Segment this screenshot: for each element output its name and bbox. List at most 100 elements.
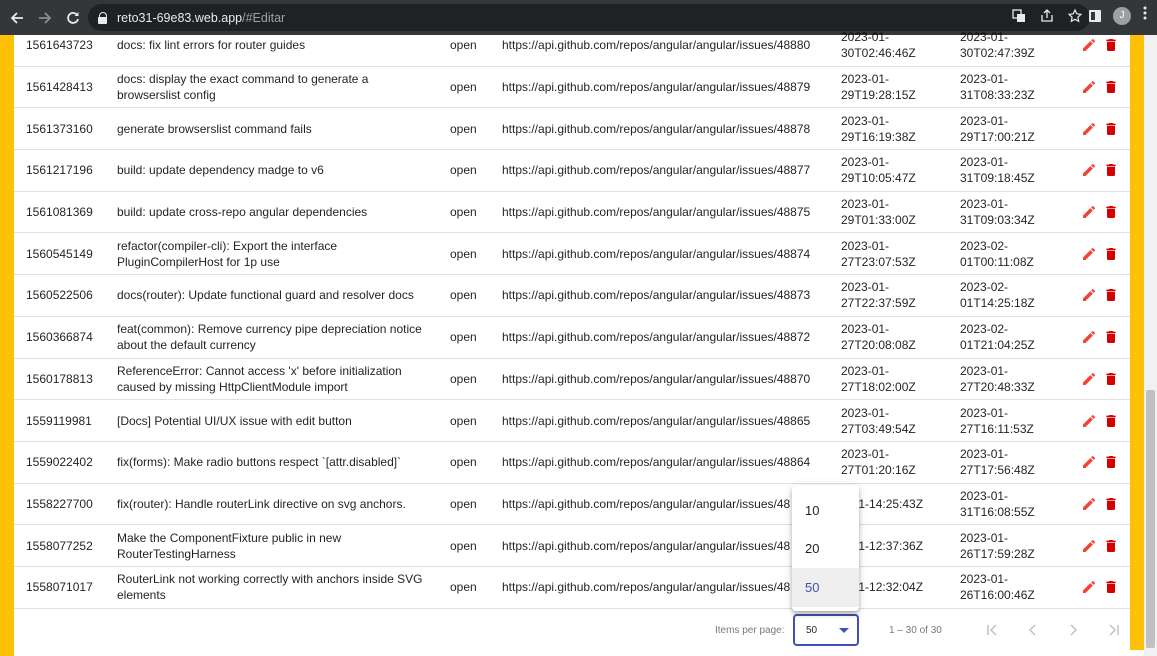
edit-button[interactable] bbox=[1081, 162, 1097, 178]
delete-button[interactable] bbox=[1103, 79, 1119, 95]
edit-button[interactable] bbox=[1081, 37, 1097, 53]
issue-state: open bbox=[450, 288, 477, 303]
delete-button[interactable] bbox=[1103, 287, 1119, 303]
lock-icon[interactable] bbox=[98, 11, 108, 24]
range-label: 1 – 30 of 30 bbox=[889, 625, 942, 636]
issue-title: fix(router): Handle routerLink directive… bbox=[117, 496, 406, 511]
trash-icon bbox=[1103, 496, 1119, 512]
issue-created-at: 2023-01-27T23:07:53Z bbox=[841, 238, 916, 269]
row-actions bbox=[1081, 538, 1119, 554]
issue-created-at: 2023-01-27T18:02:00Z bbox=[841, 363, 916, 394]
table-row: 1561428413 docs: display the exact comman… bbox=[14, 67, 1130, 109]
delete-button[interactable] bbox=[1103, 246, 1119, 262]
issue-state: open bbox=[450, 163, 477, 178]
issue-state: open bbox=[450, 413, 477, 428]
edit-button[interactable] bbox=[1081, 121, 1097, 137]
profile-avatar[interactable]: J bbox=[1113, 6, 1131, 25]
trash-icon bbox=[1103, 287, 1119, 303]
delete-button[interactable] bbox=[1103, 579, 1119, 595]
issue-url: https://api.github.com/repos/angular/ang… bbox=[502, 246, 811, 261]
pencil-icon bbox=[1081, 204, 1097, 220]
trash-icon bbox=[1103, 79, 1119, 95]
page-size-option[interactable]: 10 bbox=[792, 491, 859, 530]
issues-table: 1561643723 docs: fix lint errors for rout… bbox=[14, 25, 1130, 609]
left-accent-bar bbox=[0, 35, 14, 656]
delete-button[interactable] bbox=[1103, 454, 1119, 470]
pencil-icon bbox=[1081, 538, 1097, 554]
issue-url: https://api.github.com/repos/angular/ang… bbox=[502, 580, 791, 595]
page-size-select[interactable]: 50 bbox=[793, 614, 859, 646]
delete-button[interactable] bbox=[1103, 496, 1119, 512]
table-row: 1560545149 refactor(compiler-cli): Export… bbox=[14, 233, 1130, 276]
edit-button[interactable] bbox=[1081, 204, 1097, 220]
issue-url: https://api.github.com/repos/angular/ang… bbox=[502, 205, 811, 220]
table-row: 1558071017 RouterLink not working correct… bbox=[14, 567, 1130, 609]
issue-id: 1558227700 bbox=[26, 496, 93, 511]
trash-icon bbox=[1103, 204, 1119, 220]
issue-created-at: 2023-01-29T10:05:47Z bbox=[841, 155, 916, 186]
issue-url: https://api.github.com/repos/angular/ang… bbox=[502, 330, 811, 345]
page-size-option[interactable]: 20 bbox=[792, 530, 859, 569]
delete-button[interactable] bbox=[1103, 204, 1119, 220]
page-size-option[interactable]: 50 bbox=[792, 568, 859, 607]
pencil-icon bbox=[1081, 37, 1097, 53]
edit-button[interactable] bbox=[1081, 329, 1097, 345]
row-actions bbox=[1081, 287, 1119, 303]
edit-button[interactable] bbox=[1081, 579, 1097, 595]
row-actions bbox=[1081, 79, 1119, 95]
issue-updated-at: 2023-01-30T02:47:39Z bbox=[960, 30, 1035, 61]
issue-state: open bbox=[450, 538, 477, 553]
delete-button[interactable] bbox=[1103, 371, 1119, 387]
issue-updated-at: 2023-01-31T09:18:45Z bbox=[960, 155, 1035, 186]
issue-updated-at: 2023-01-26T17:59:28Z bbox=[960, 530, 1035, 561]
star-icon[interactable] bbox=[1067, 8, 1083, 26]
edit-button[interactable] bbox=[1081, 538, 1097, 554]
delete-button[interactable] bbox=[1103, 37, 1119, 53]
first-page-button[interactable] bbox=[980, 618, 1006, 642]
issue-id: 1560545149 bbox=[26, 246, 93, 261]
issue-url: https://api.github.com/repos/angular/ang… bbox=[502, 163, 811, 178]
translate-icon[interactable] bbox=[1012, 9, 1026, 26]
delete-button[interactable] bbox=[1103, 413, 1119, 429]
previous-page-button[interactable] bbox=[1020, 618, 1046, 642]
kebab-menu-icon[interactable] bbox=[1143, 6, 1147, 25]
delete-button[interactable] bbox=[1103, 121, 1119, 137]
issue-url: https://api.github.com/repos/angular/ang… bbox=[502, 288, 811, 303]
side-panel-icon[interactable] bbox=[1089, 9, 1101, 22]
last-page-button[interactable] bbox=[1100, 618, 1126, 642]
issue-id: 1561428413 bbox=[26, 80, 93, 95]
edit-button[interactable] bbox=[1081, 287, 1097, 303]
next-page-button[interactable] bbox=[1060, 618, 1086, 642]
issue-state: open bbox=[450, 330, 477, 345]
edit-button[interactable] bbox=[1081, 454, 1097, 470]
delete-button[interactable] bbox=[1103, 538, 1119, 554]
delete-button[interactable] bbox=[1103, 329, 1119, 345]
table-row: 1558227700 fix(router): Handle routerLink… bbox=[14, 484, 1130, 526]
scrollbar-thumb[interactable] bbox=[1146, 390, 1155, 648]
issue-id: 1559119981 bbox=[26, 413, 92, 428]
edit-button[interactable] bbox=[1081, 496, 1097, 512]
issue-id: 1558071017 bbox=[26, 580, 93, 595]
edit-button[interactable] bbox=[1081, 246, 1097, 262]
edit-button[interactable] bbox=[1081, 79, 1097, 95]
edit-button[interactable] bbox=[1081, 413, 1097, 429]
table-row: 1561081369 build: update cross-repo angul… bbox=[14, 192, 1130, 234]
row-actions bbox=[1081, 371, 1119, 387]
trash-icon bbox=[1103, 121, 1119, 137]
table-row: 1560366874 feat(common): Remove currency … bbox=[14, 317, 1130, 359]
issue-url: https://api.github.com/repos/angular/ang… bbox=[502, 38, 811, 53]
issue-updated-at: 2023-01-31T09:03:34Z bbox=[960, 197, 1035, 228]
issue-title: docs(router): Update functional guard an… bbox=[117, 288, 414, 303]
issue-updated-at: 2023-01-31T16:08:55Z bbox=[960, 488, 1035, 519]
issue-title: ReferenceError: Cannot access 'x' before… bbox=[117, 363, 402, 394]
pencil-icon bbox=[1081, 454, 1097, 470]
table-row: 1561643723 docs: fix lint errors for rout… bbox=[14, 25, 1130, 67]
table-row: 1561217196 build: update dependency madge… bbox=[14, 150, 1130, 192]
issue-title: docs: display the exact command to gener… bbox=[117, 72, 369, 103]
edit-button[interactable] bbox=[1081, 371, 1097, 387]
issue-state: open bbox=[450, 371, 477, 386]
delete-button[interactable] bbox=[1103, 162, 1119, 178]
row-actions bbox=[1081, 329, 1119, 345]
share-icon[interactable] bbox=[1040, 9, 1054, 26]
url-host: reto31-69e83.web.app bbox=[117, 10, 243, 25]
